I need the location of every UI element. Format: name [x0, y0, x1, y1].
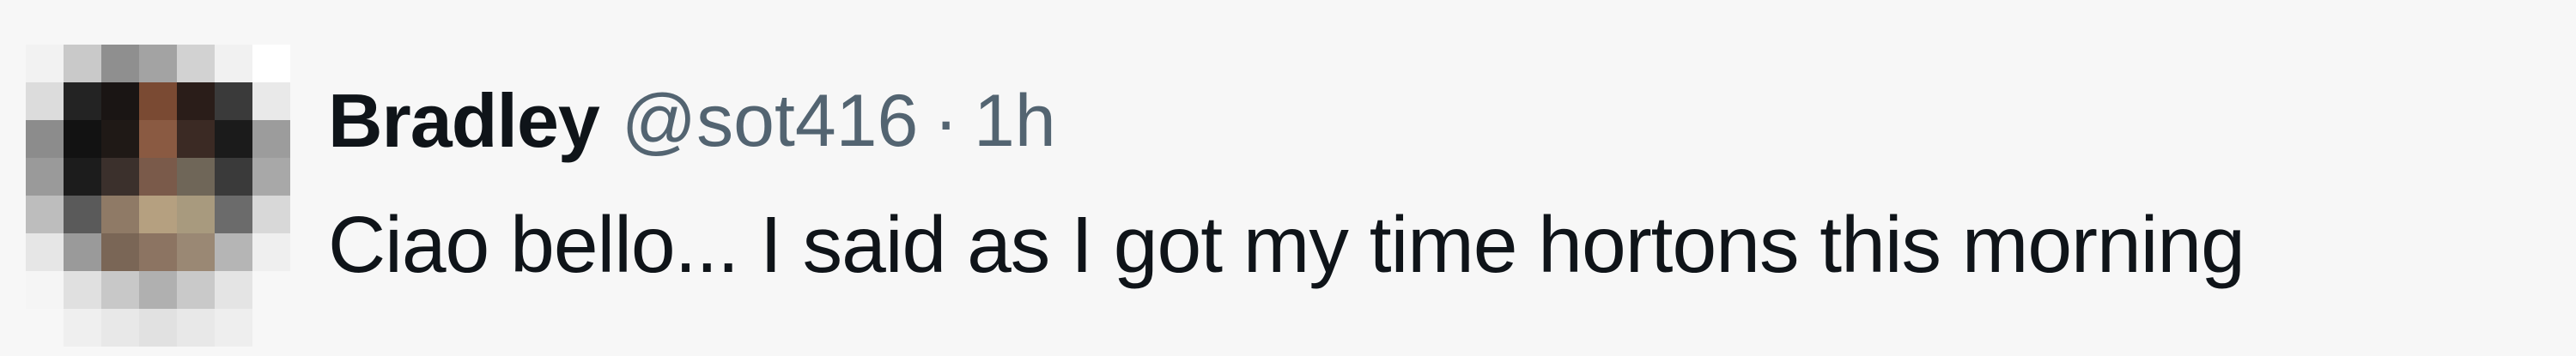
avatar-pixel [177, 158, 215, 196]
avatar-pixel [64, 45, 101, 82]
avatar-pixel [252, 233, 290, 271]
avatar-pixel [252, 309, 290, 347]
avatar-pixel [252, 120, 290, 158]
avatar-pixel [252, 45, 290, 82]
avatar-pixel [26, 309, 64, 347]
avatar-pixel [139, 196, 177, 233]
avatar-pixel [177, 233, 215, 271]
avatar-pixel [252, 82, 290, 120]
avatar-pixel [26, 120, 64, 158]
avatar-pixel [177, 45, 215, 82]
avatar-pixel [101, 120, 139, 158]
avatar-pixel [177, 120, 215, 158]
avatar-pixel [26, 158, 64, 196]
avatar-pixel [26, 271, 64, 309]
avatar-pixel [101, 45, 139, 82]
avatar-pixel [101, 196, 139, 233]
avatar-pixel [101, 309, 139, 347]
avatar-pixel [101, 82, 139, 120]
tweet-header: Bradley @sot416 · 1h [328, 74, 1056, 168]
avatar-pixel [215, 158, 252, 196]
avatar-pixel [26, 82, 64, 120]
avatar-pixel [177, 82, 215, 120]
meta-separator: · [933, 79, 958, 162]
avatar-pixel [177, 271, 215, 309]
avatar-pixel [101, 158, 139, 196]
avatar-pixel [139, 309, 177, 347]
tweet-text: Ciao bello... I said as I got my time ho… [328, 200, 2245, 289]
avatar-pixel [101, 271, 139, 309]
avatar-pixel [177, 196, 215, 233]
avatar-pixel [177, 309, 215, 347]
avatar-pixel [64, 233, 101, 271]
avatar-pixel [139, 158, 177, 196]
avatar-pixel [26, 45, 64, 82]
tweet[interactable]: Bradley @sot416 · 1h Ciao bello... I sai… [0, 0, 2576, 356]
avatar-pixel [64, 309, 101, 347]
avatar-pixel [139, 233, 177, 271]
author-display-name[interactable]: Bradley [328, 77, 600, 165]
avatar-pixel [64, 271, 101, 309]
avatar-pixel [139, 82, 177, 120]
avatar-pixel [139, 271, 177, 309]
avatar-pixel [215, 271, 252, 309]
avatar-pixel [64, 158, 101, 196]
author-handle[interactable]: @sot416 [622, 79, 919, 164]
avatar-pixel [215, 45, 252, 82]
avatar-pixel [101, 233, 139, 271]
tweet-timestamp[interactable]: 1h [974, 79, 1056, 164]
avatar-pixel [64, 196, 101, 233]
avatar-pixel [215, 233, 252, 271]
avatar-pixel [252, 158, 290, 196]
avatar-pixel [215, 309, 252, 347]
avatar-pixel [252, 196, 290, 233]
avatar-pixel [139, 120, 177, 158]
avatar-pixel [139, 45, 177, 82]
avatar-pixel [64, 120, 101, 158]
avatar-pixel [26, 233, 64, 271]
avatar-pixel [252, 271, 290, 309]
avatar-pixel [26, 196, 64, 233]
avatar-pixel [64, 82, 101, 120]
tweet-content: Bradley @sot416 · 1h Ciao bello... I sai… [328, 0, 2576, 356]
avatar-pixel [215, 196, 252, 233]
avatar-pixel [215, 120, 252, 158]
avatar[interactable] [26, 45, 290, 347]
avatar-pixel [215, 82, 252, 120]
